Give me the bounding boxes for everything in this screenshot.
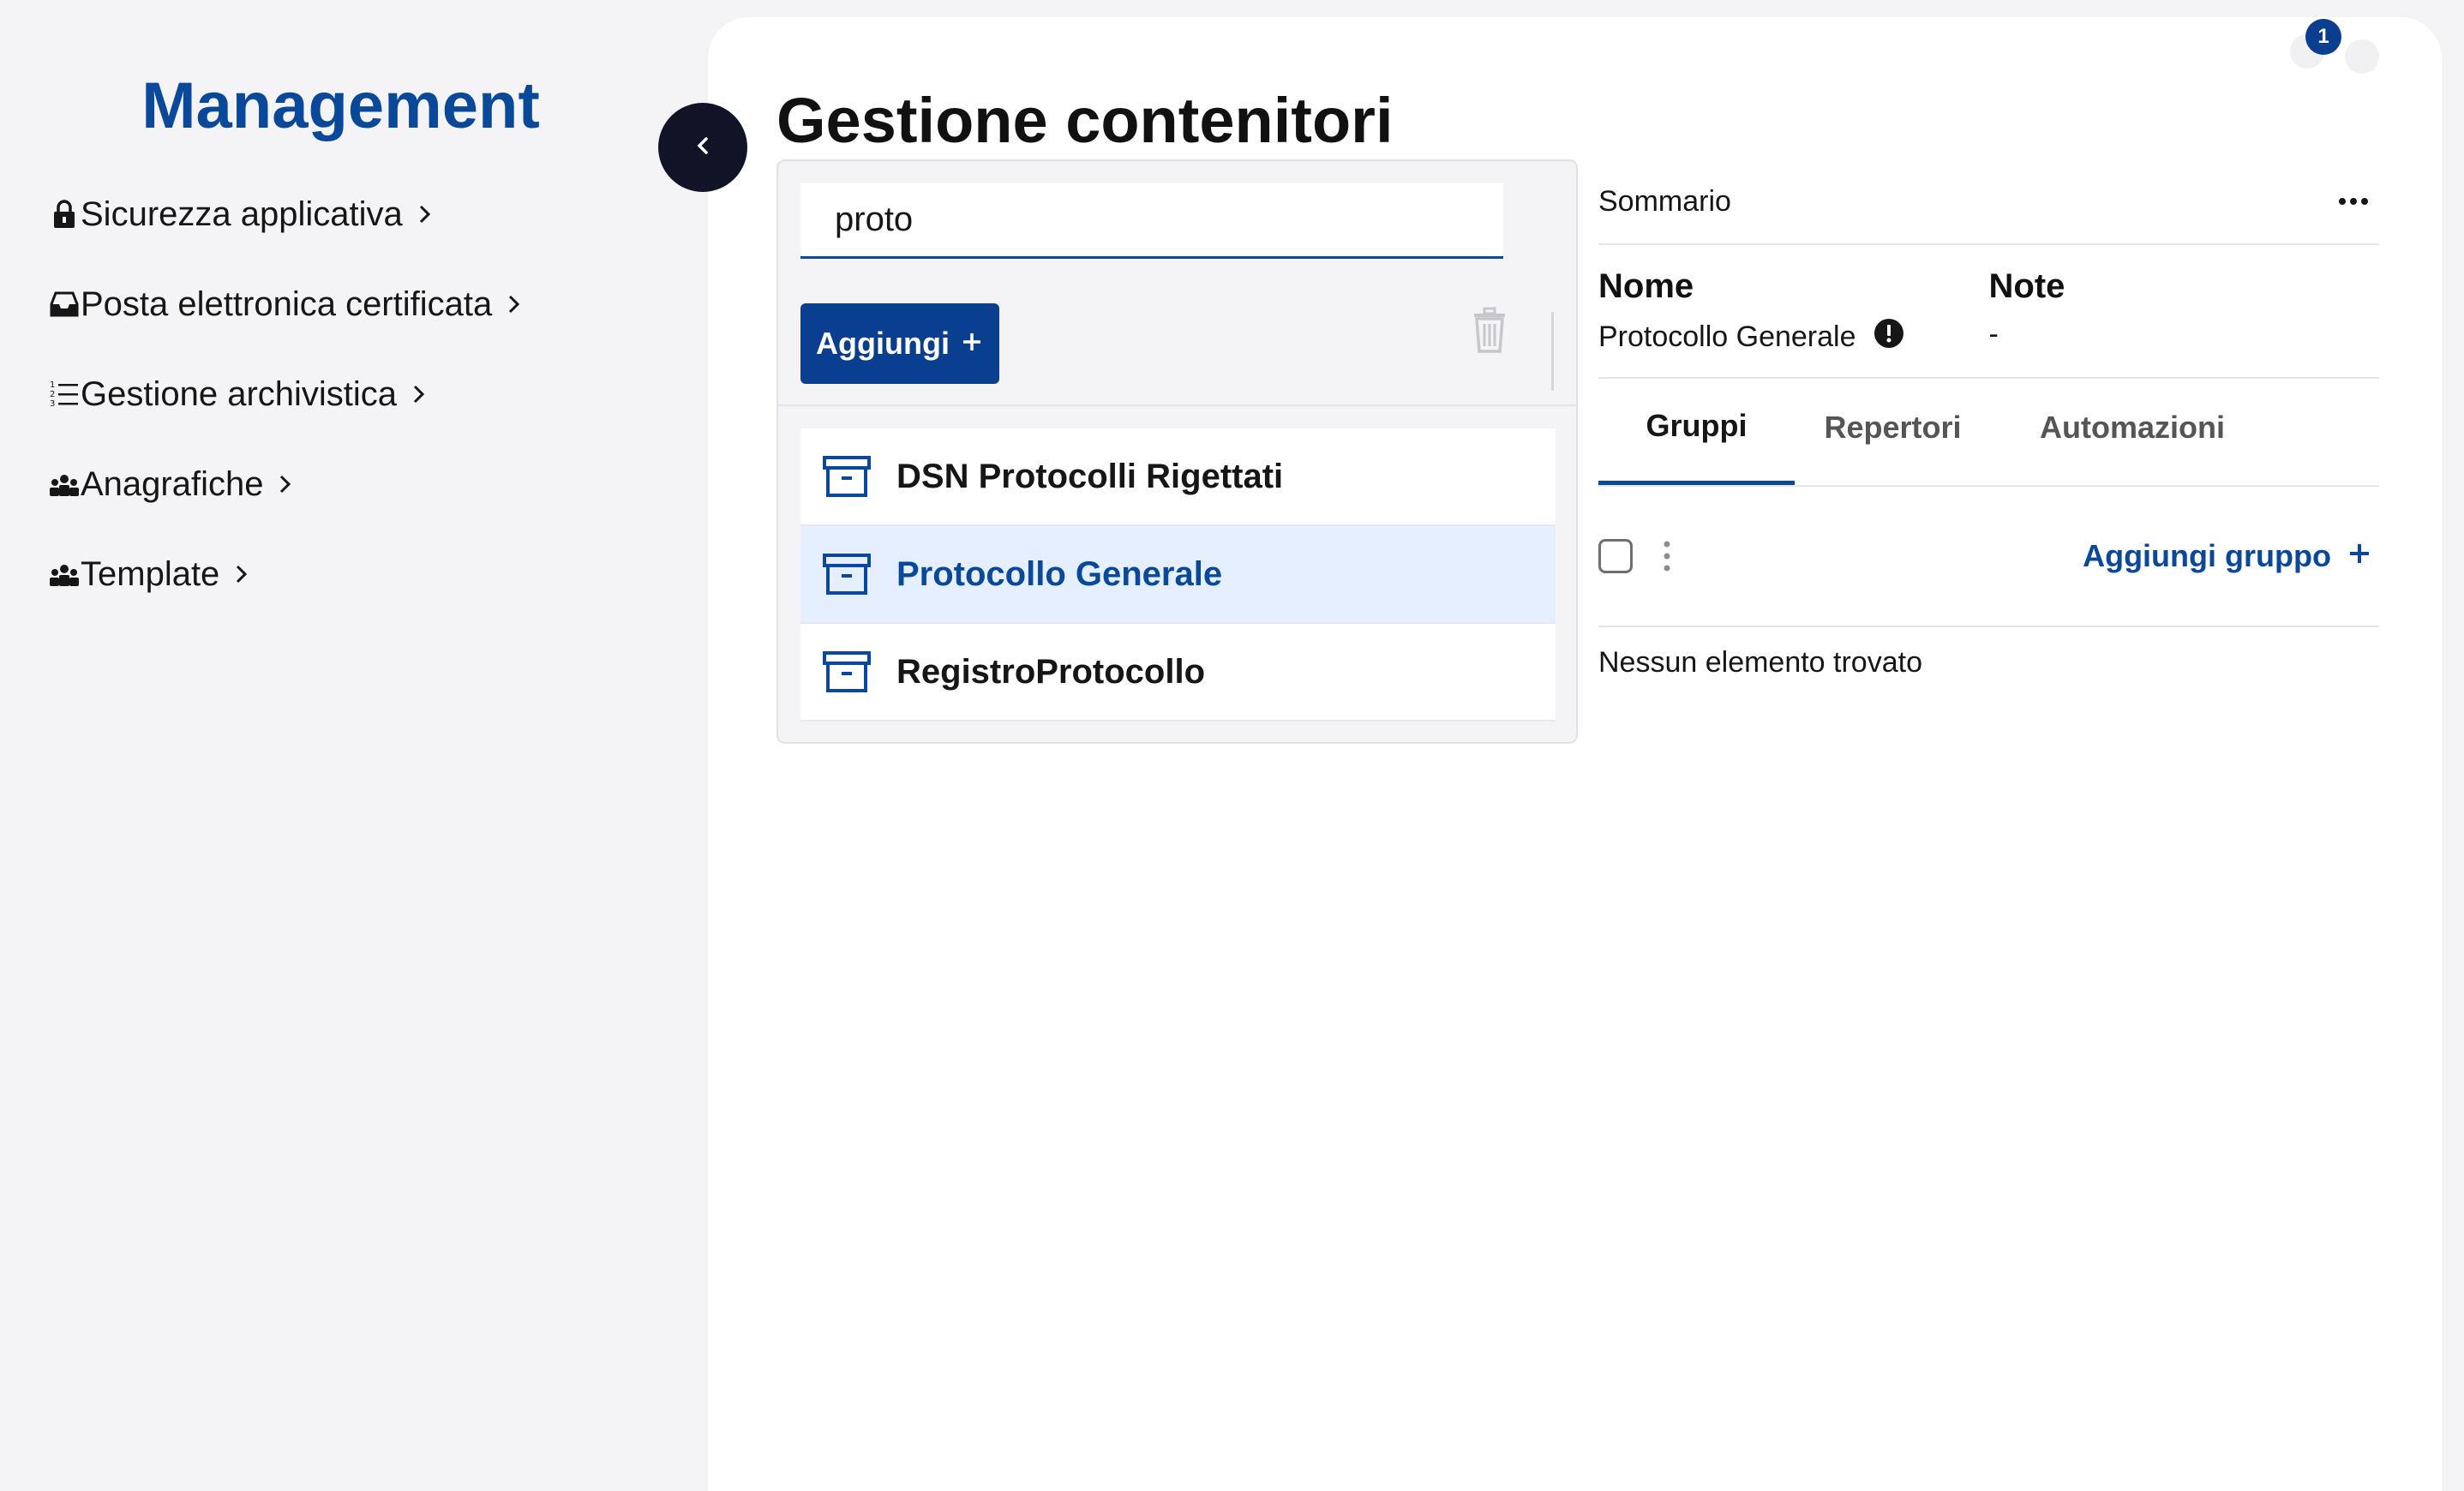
trash-icon [1471, 307, 1508, 358]
note-label: Note [1988, 267, 2065, 305]
plus-icon [2347, 538, 2372, 574]
notification-badge: 1 [2305, 19, 2341, 55]
chevron-right-icon [502, 293, 525, 315]
chevron-right-icon [407, 383, 429, 405]
tab-repertori[interactable]: Repertori [1795, 379, 1991, 485]
chevron-right-icon [230, 563, 252, 585]
sidebar-item-label: Gestione archivistica [81, 374, 398, 413]
archive-box-icon [821, 646, 872, 698]
name-value-row: Protocollo Generale [1598, 318, 1989, 356]
tab-automazioni[interactable]: Automazioni [1991, 379, 2274, 485]
archive-box-icon [821, 548, 872, 600]
delete-button[interactable] [1471, 307, 1512, 358]
containers-list: DSN Protocolli Rigettati Protocollo Gene… [800, 428, 1556, 722]
toolbar-divider [1551, 312, 1554, 391]
sidebar: Management Sicurezza applicativa Posta e… [0, 0, 708, 1472]
divider [778, 404, 1576, 406]
sidebar-item-label: Sicurezza applicativa [81, 195, 403, 233]
tab-gruppi[interactable]: Gruppi [1598, 379, 1795, 485]
page-title: Gestione contenitori [776, 85, 1394, 156]
sidebar-item-label: Anagrafiche [81, 464, 264, 503]
svg-text:3: 3 [50, 399, 55, 409]
numbered-list-icon: 123 [48, 378, 81, 410]
groups-toolbar: Aggiungi gruppo [1598, 487, 2379, 627]
name-field: Nome Protocollo Generale [1598, 267, 1989, 377]
list-item[interactable]: DSN Protocolli Rigettati [800, 428, 1556, 526]
sidebar-item-label: Posta elettronica certificata [81, 284, 493, 323]
sidebar-item-archivistica[interactable]: 123 Gestione archivistica [48, 368, 525, 420]
summary-label: Sommario [1598, 184, 1731, 218]
note-field: Note - [1989, 267, 2380, 377]
list-item[interactable]: RegistroProtocollo [800, 624, 1556, 722]
name-label: Nome [1598, 267, 1694, 305]
search-input[interactable]: proto [800, 183, 1503, 259]
svg-text:1: 1 [50, 380, 55, 390]
chevron-right-icon [413, 203, 435, 225]
sidebar-item-anagrafiche[interactable]: Anagrafiche [48, 458, 525, 510]
warning-icon[interactable] [1873, 318, 1904, 356]
sidebar-item-pec[interactable]: Posta elettronica certificata [48, 278, 525, 330]
more-options-button[interactable] [2328, 184, 2379, 219]
main-panel: 1 Gestione contenitori proto Aggiungi DS… [708, 17, 2442, 1491]
chevron-left-icon [690, 133, 716, 163]
empty-message: Nessun elemento trovato [1598, 646, 1922, 679]
summary-tabs: Gruppi Repertori Automazioni [1598, 379, 2379, 487]
sidebar-item-sicurezza[interactable]: Sicurezza applicativa [48, 189, 525, 240]
list-item-label: Protocollo Generale [896, 554, 1223, 593]
name-value: Protocollo Generale [1598, 320, 1856, 353]
summary-fields: Nome Protocollo Generale Note - [1598, 245, 2379, 377]
summary-header: Sommario [1598, 178, 2379, 225]
list-item[interactable]: Protocollo Generale [800, 526, 1556, 624]
chevron-right-icon [273, 473, 296, 495]
summary-panel: Sommario Nome Protocollo Generale Note - [1598, 178, 2379, 680]
sidebar-item-template[interactable]: Template [48, 548, 525, 600]
ellipsis-icon [2339, 198, 2368, 205]
add-container-button[interactable]: Aggiungi [800, 303, 999, 384]
svg-text:2: 2 [50, 390, 55, 399]
user-menu-button[interactable] [2345, 39, 2379, 74]
containers-panel: proto Aggiungi DSN Protocolli Rigettati [776, 159, 1578, 744]
sidebar-item-label: Template [81, 554, 220, 593]
archive-box-icon [821, 451, 872, 502]
note-value: - [1988, 318, 1999, 350]
sidebar-nav: Sicurezza applicativa Posta elettronica … [48, 189, 525, 638]
users-icon [48, 468, 81, 500]
sidebar-title: Management [141, 69, 540, 142]
lock-icon [48, 198, 81, 231]
add-group-button[interactable]: Aggiungi gruppo [2083, 538, 2372, 574]
inbox-icon [48, 288, 81, 320]
list-item-label: RegistroProtocollo [896, 652, 1206, 691]
users-icon [48, 558, 81, 590]
add-group-label: Aggiungi gruppo [2083, 538, 2331, 573]
select-all-checkbox[interactable] [1598, 539, 1633, 573]
vertical-dots-icon[interactable] [1658, 539, 1676, 573]
list-item-label: DSN Protocolli Rigettati [896, 457, 1284, 495]
add-button-label: Aggiungi [816, 326, 950, 361]
plus-icon [960, 326, 984, 362]
collapse-sidebar-button[interactable] [658, 103, 747, 192]
